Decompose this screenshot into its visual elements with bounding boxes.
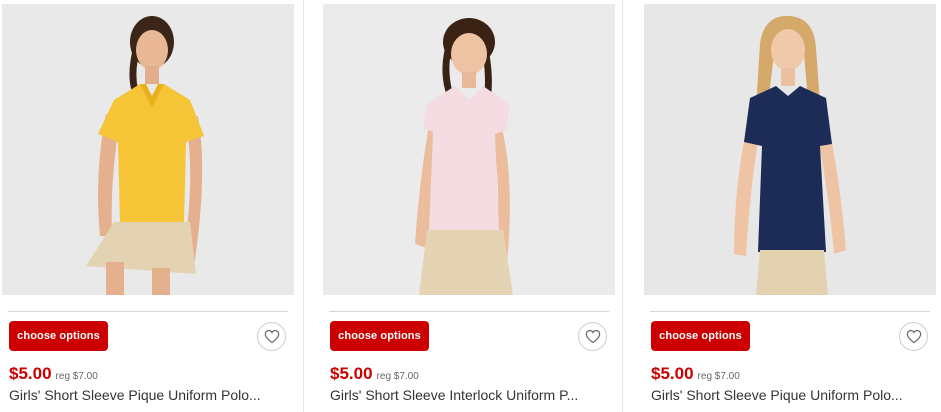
favorite-button[interactable] <box>257 322 286 351</box>
choose-options-button[interactable]: choose options <box>9 321 108 351</box>
price-row: $5.00 reg $7.00 <box>9 364 98 384</box>
favorite-button[interactable] <box>578 322 607 351</box>
heart-icon <box>906 329 921 344</box>
sale-price: $5.00 <box>330 364 373 383</box>
column-divider <box>622 0 623 412</box>
heart-icon <box>264 329 279 344</box>
product-title[interactable]: Girls' Short Sleeve Interlock Uniform P.… <box>330 387 612 403</box>
product-card: choose options $5.00 reg $7.00 Girls' Sh… <box>323 0 615 412</box>
regular-price: reg $7.00 <box>55 371 98 382</box>
price-row: $5.00 reg $7.00 <box>651 364 740 384</box>
sale-price: $5.00 <box>9 364 52 383</box>
column-divider <box>303 0 304 412</box>
product-image[interactable] <box>644 4 936 295</box>
product-photo-graphic <box>323 4 615 295</box>
product-image[interactable] <box>323 4 615 295</box>
heart-icon <box>585 329 600 344</box>
choose-options-button[interactable]: choose options <box>330 321 429 351</box>
price-row: $5.00 reg $7.00 <box>330 364 419 384</box>
product-grid: choose options $5.00 reg $7.00 Girls' Sh… <box>0 0 941 412</box>
product-title[interactable]: Girls' Short Sleeve Pique Uniform Polo..… <box>9 387 291 403</box>
choose-options-button[interactable]: choose options <box>651 321 750 351</box>
favorite-button[interactable] <box>899 322 928 351</box>
card-divider <box>650 311 930 312</box>
sale-price: $5.00 <box>651 364 694 383</box>
product-image[interactable] <box>2 4 294 295</box>
product-photo-graphic <box>644 4 936 295</box>
product-title[interactable]: Girls' Short Sleeve Pique Uniform Polo..… <box>651 387 933 403</box>
card-divider <box>8 311 288 312</box>
product-photo-graphic <box>2 4 294 295</box>
regular-price: reg $7.00 <box>376 371 419 382</box>
regular-price: reg $7.00 <box>697 371 740 382</box>
card-divider <box>329 311 609 312</box>
product-card: choose options $5.00 reg $7.00 Girls' Sh… <box>2 0 294 412</box>
product-card: choose options $5.00 reg $7.00 Girls' Sh… <box>644 0 936 412</box>
